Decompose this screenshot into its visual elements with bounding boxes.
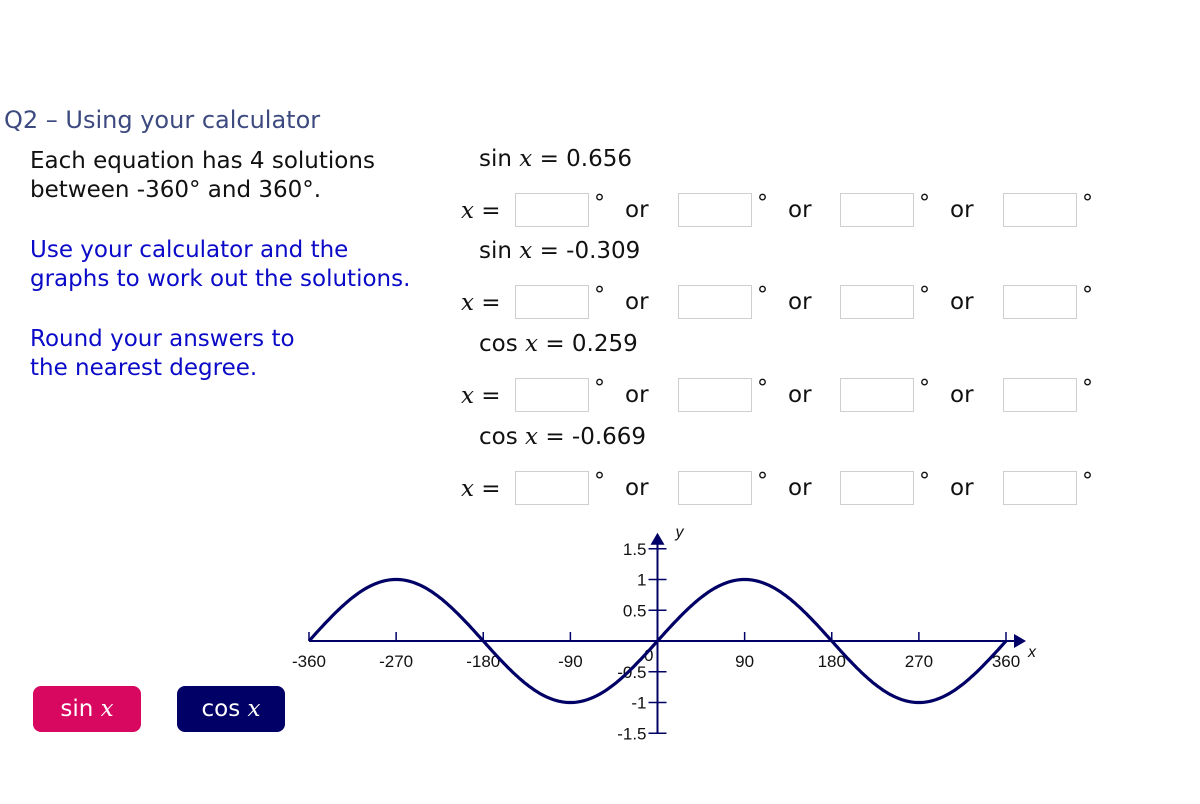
y-tick-label: -1.5 (617, 724, 646, 743)
y-axis-arrow-icon (650, 532, 665, 545)
y-tick-label: -1 (631, 694, 646, 713)
y-tick-label: 0.5 (623, 601, 647, 620)
y-tick-label: 1 (637, 571, 646, 590)
x-axis-arrow-icon (1014, 634, 1026, 648)
x-tick-label: 180 (818, 652, 846, 671)
y-tick-label: 1.5 (623, 540, 647, 559)
x-tick-label: -270 (379, 652, 413, 671)
y-axis-label: y (675, 524, 685, 541)
x-tick-label: -360 (292, 652, 326, 671)
trig-graph: -360 -270 -180 -90 90 180 270 3601.510.5-0.5-1-… (292, 524, 1037, 744)
x-tick-label: 270 (905, 652, 933, 671)
x-axis-label: x (1027, 644, 1037, 661)
x-tick-label: 90 (735, 652, 754, 671)
x-tick-label: 360 (992, 652, 1020, 671)
x-tick-label: -90 (558, 652, 583, 671)
